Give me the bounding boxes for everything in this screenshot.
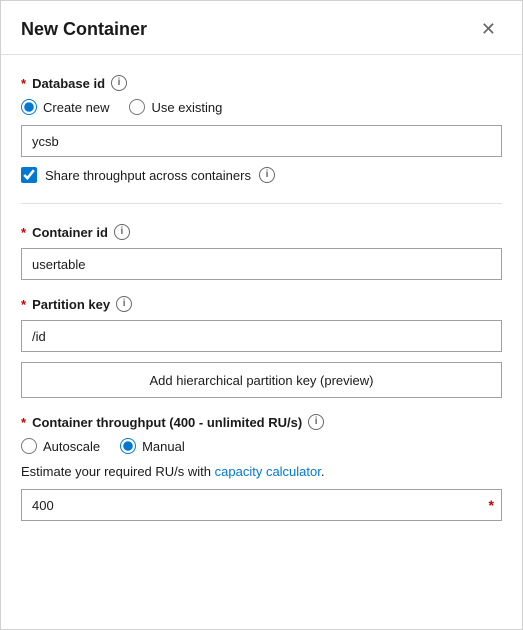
estimate-text-block: Estimate your required RU/s with capacit… [21,464,502,479]
throughput-input[interactable] [21,489,502,521]
required-star-2: * [21,225,26,240]
use-existing-radio[interactable] [129,99,145,115]
dialog-title: New Container [21,19,147,40]
create-new-radio[interactable] [21,99,37,115]
throughput-info-icon[interactable]: i [308,414,324,430]
database-id-input[interactable] [21,125,502,157]
partition-key-group: * Partition key i Add hierarchical parti… [21,296,502,398]
autoscale-radio-label[interactable]: Autoscale [21,438,100,454]
create-new-radio-label[interactable]: Create new [21,99,109,115]
container-id-label: * Container id i [21,224,502,240]
manual-radio[interactable] [120,438,136,454]
use-existing-radio-label[interactable]: Use existing [129,99,222,115]
create-new-label: Create new [43,100,109,115]
share-throughput-checkbox[interactable] [21,167,37,183]
partition-key-info-icon[interactable]: i [116,296,132,312]
capacity-calculator-link[interactable]: capacity calculator [215,464,321,479]
required-star-3: * [21,297,26,312]
container-throughput-group: * Container throughput (400 - unlimited … [21,414,502,521]
autoscale-radio[interactable] [21,438,37,454]
add-partition-key-button[interactable]: Add hierarchical partition key (preview) [21,362,502,398]
dialog-body: * Database id i Create new Use existing … [1,55,522,557]
close-button[interactable]: ✕ [475,17,502,42]
required-star-4: * [21,415,26,430]
partition-key-input[interactable] [21,320,502,352]
required-star: * [21,76,26,91]
divider [21,203,502,204]
partition-key-label: * Partition key i [21,296,502,312]
container-throughput-label: * Container throughput (400 - unlimited … [21,414,502,430]
manual-radio-label[interactable]: Manual [120,438,185,454]
throughput-input-wrapper: * [21,489,502,521]
new-container-dialog: New Container ✕ * Database id i Create n… [0,0,523,630]
estimate-prefix: Estimate your required RU/s with [21,464,211,479]
share-throughput-checkbox-label[interactable]: Share throughput across containers i [21,167,502,183]
share-throughput-info-icon[interactable]: i [259,167,275,183]
manual-label: Manual [142,439,185,454]
dialog-header: New Container ✕ [1,1,522,55]
container-id-info-icon[interactable]: i [114,224,130,240]
database-id-info-icon[interactable]: i [111,75,127,91]
use-existing-label: Use existing [151,100,222,115]
estimate-suffix: . [321,464,325,479]
autoscale-label: Autoscale [43,439,100,454]
container-id-input[interactable] [21,248,502,280]
share-throughput-label: Share throughput across containers [45,168,251,183]
container-id-group: * Container id i [21,224,502,280]
throughput-radio-group: Autoscale Manual [21,438,502,454]
database-id-group: * Database id i Create new Use existing … [21,75,502,183]
database-id-radio-group: Create new Use existing [21,99,502,115]
close-icon: ✕ [481,19,496,40]
database-id-label: * Database id i [21,75,502,91]
